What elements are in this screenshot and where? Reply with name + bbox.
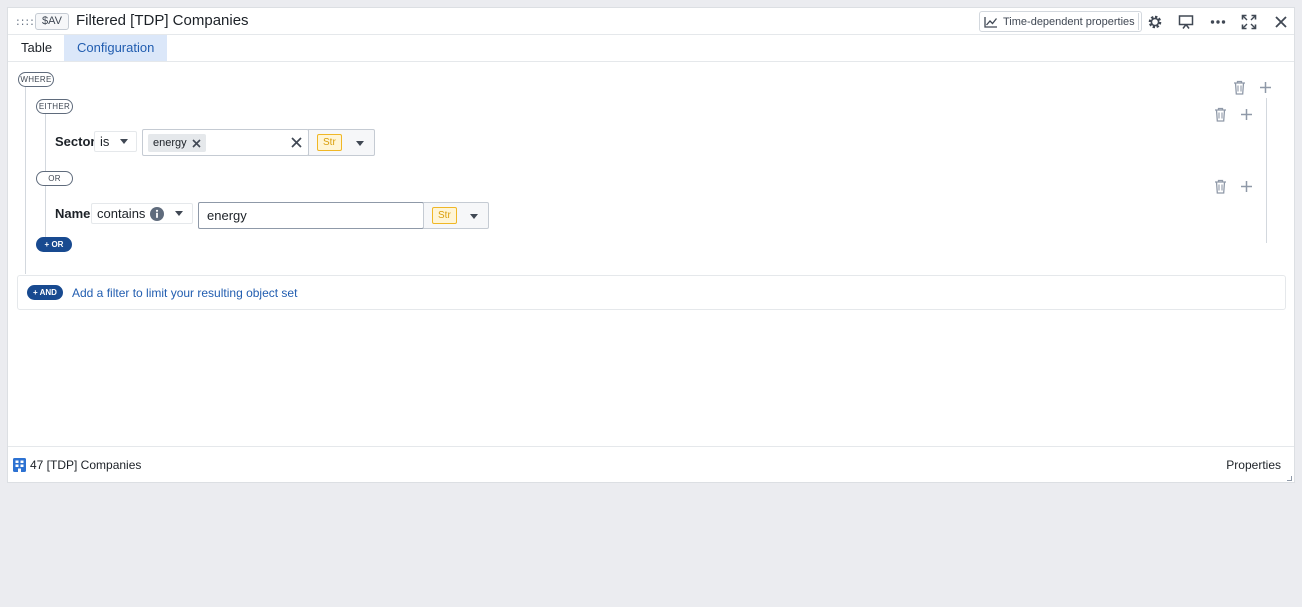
delete-condition-button[interactable] (1211, 177, 1229, 195)
trash-icon (1233, 80, 1245, 95)
chevron-down-icon (120, 139, 128, 144)
chart-line-icon (984, 16, 998, 28)
delete-condition-button[interactable] (1211, 105, 1229, 123)
type-select[interactable]: Str (308, 129, 375, 156)
plus-icon (1240, 180, 1252, 192)
close-icon (1275, 16, 1287, 28)
type-badge: Str (432, 207, 457, 224)
or-pill: OR (36, 171, 73, 186)
condition-property-label: Sector (55, 134, 96, 149)
value-tag: energy (148, 134, 206, 152)
tab-bar: Table Configuration (8, 35, 1294, 62)
where-tree-line (25, 87, 26, 274)
group-right-line (1266, 98, 1267, 243)
toolbar-divider (1138, 13, 1139, 30)
time-dependent-properties-button[interactable]: Time-dependent properties (979, 11, 1142, 32)
condition-property-label: Name (55, 206, 91, 221)
tab-table[interactable]: Table (8, 35, 65, 61)
object-set-panel: :::: $AV Filtered [TDP] Companies Time-d… (7, 7, 1295, 483)
add-or-button[interactable]: + OR (36, 237, 72, 252)
trash-icon (1214, 179, 1226, 194)
panel-title: Filtered [TDP] Companies (76, 12, 249, 29)
info-icon[interactable] (150, 207, 164, 221)
panel-footer: 47 [TDP] Companies Properties (8, 446, 1294, 483)
operator-select[interactable]: is (94, 131, 137, 152)
clear-icon[interactable] (291, 137, 302, 148)
chevron-down-icon (356, 141, 364, 146)
chevron-down-icon (175, 211, 183, 216)
object-count[interactable]: 47 [TDP] Companies (30, 458, 141, 472)
gear-icon (1148, 15, 1162, 29)
add-condition-button[interactable] (1237, 105, 1255, 123)
panel-header: :::: $AV Filtered [TDP] Companies Time-d… (8, 8, 1294, 35)
time-dependent-properties-label: Time-dependent properties (1003, 15, 1135, 28)
plus-icon (1259, 81, 1271, 93)
operator-value: is (100, 134, 110, 149)
variable-badge[interactable]: $AV (35, 13, 69, 30)
where-pill: WHERE (18, 72, 54, 87)
type-badge: Str (317, 134, 342, 151)
more-button[interactable] (1207, 11, 1229, 33)
settings-button[interactable] (1144, 11, 1166, 33)
tab-configuration[interactable]: Configuration (64, 35, 168, 61)
operator-select[interactable]: contains (91, 203, 193, 224)
value-tag-label: energy (153, 137, 187, 149)
drag-handle-icon[interactable]: :::: (16, 15, 35, 28)
plus-icon (1240, 108, 1252, 120)
remove-tag-icon[interactable] (192, 138, 201, 148)
add-condition-button[interactable] (1237, 177, 1255, 195)
operator-value: contains (97, 206, 146, 221)
value-tag-input[interactable]: energy (142, 129, 309, 156)
object-type-icon (13, 458, 26, 472)
close-button[interactable] (1270, 11, 1292, 33)
properties-button[interactable]: Properties (1226, 458, 1281, 472)
chevron-down-icon (470, 214, 478, 219)
add-where-button[interactable] (1256, 78, 1274, 96)
present-button[interactable] (1175, 11, 1197, 33)
add-filter-row[interactable]: + AND Add a filter to limit your resulti… (17, 275, 1286, 310)
type-select[interactable]: Str (423, 202, 489, 229)
either-pill: EITHER (36, 99, 73, 114)
more-icon (1210, 20, 1226, 24)
maximize-button[interactable] (1238, 11, 1260, 33)
value-text-input[interactable]: energy (198, 202, 424, 229)
presentation-icon (1178, 15, 1194, 29)
delete-where-button[interactable] (1230, 78, 1248, 96)
resize-handle[interactable] (1287, 476, 1292, 481)
maximize-icon (1241, 14, 1257, 30)
trash-icon (1214, 107, 1226, 122)
add-and-button[interactable]: + AND (27, 285, 63, 300)
add-filter-hint[interactable]: Add a filter to limit your resulting obj… (72, 286, 297, 300)
